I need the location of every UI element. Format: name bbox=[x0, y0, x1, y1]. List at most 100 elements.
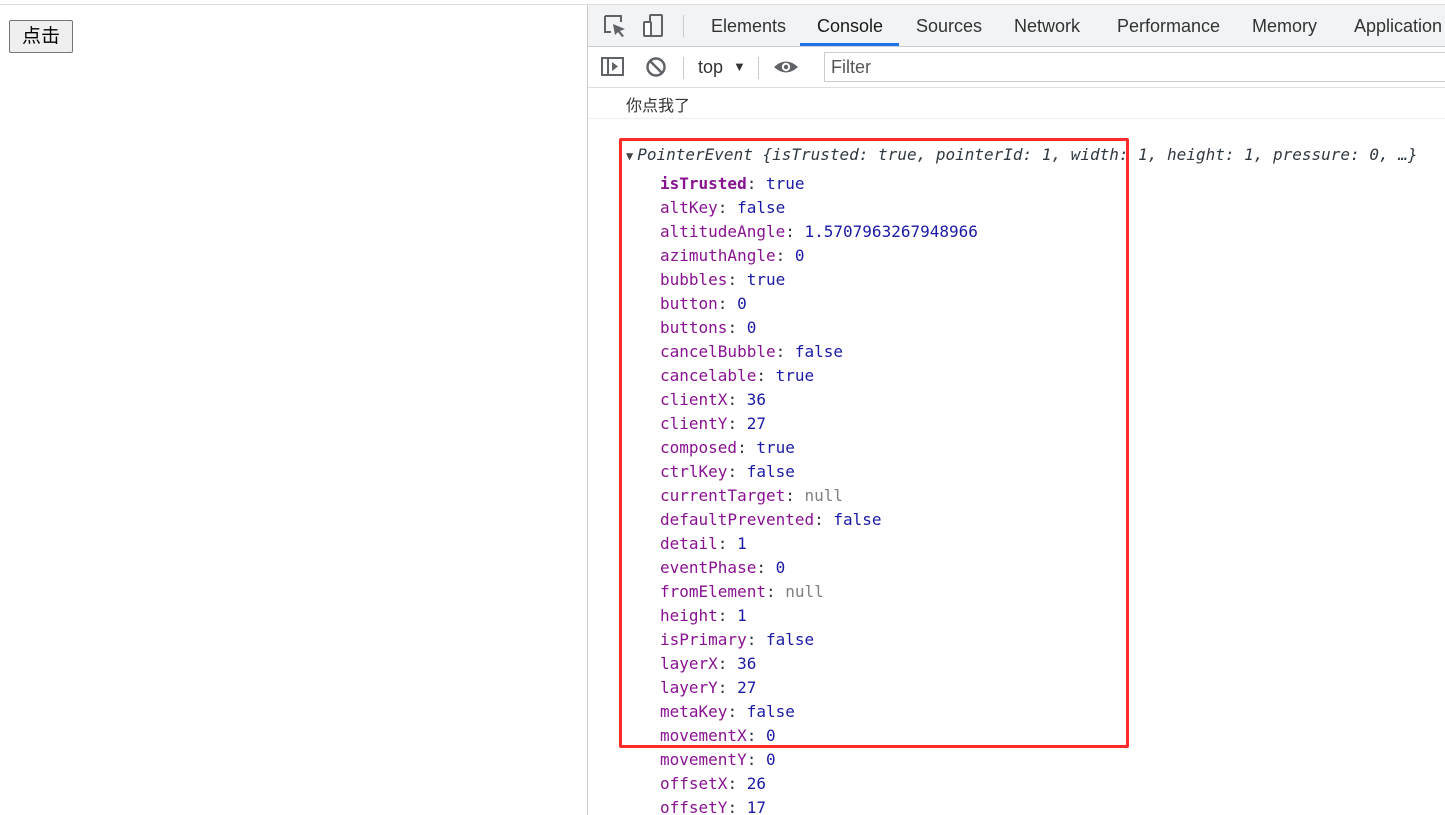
property-row[interactable]: movementX: 0 bbox=[660, 724, 978, 748]
toolbar-separator bbox=[683, 57, 684, 79]
property-value: 0 bbox=[746, 318, 757, 337]
property-row[interactable]: eventPhase: 0 bbox=[660, 556, 978, 580]
property-name: isPrimary bbox=[660, 630, 747, 649]
property-row[interactable]: ctrlKey: false bbox=[660, 460, 978, 484]
tab-network[interactable]: Network bbox=[1014, 5, 1080, 46]
property-separator: : bbox=[727, 702, 747, 721]
device-toolbar-icon[interactable] bbox=[641, 13, 667, 39]
property-value: 0 bbox=[775, 558, 786, 577]
property-value: false bbox=[794, 342, 844, 361]
property-name: layerY bbox=[660, 678, 718, 697]
property-row[interactable]: altitudeAngle: 1.5707963267948966 bbox=[660, 220, 978, 244]
property-row[interactable]: layerX: 36 bbox=[660, 652, 978, 676]
property-separator: : bbox=[717, 534, 738, 553]
property-row[interactable]: offsetX: 26 bbox=[660, 772, 978, 796]
property-value: true bbox=[775, 366, 815, 385]
property-name: movementY bbox=[660, 750, 747, 769]
property-list: isTrusted: true altKey: false altitudeAngl… bbox=[660, 172, 978, 815]
property-name: defaultPrevented bbox=[660, 510, 815, 529]
active-tab-indicator bbox=[800, 43, 899, 46]
property-value: false bbox=[746, 702, 795, 721]
property-row[interactable]: button: 0 bbox=[660, 292, 978, 316]
property-row[interactable]: clientX: 36 bbox=[660, 388, 978, 412]
property-name: cancelable bbox=[660, 366, 757, 385]
show-sidebar-icon[interactable] bbox=[600, 55, 626, 79]
property-name: detail bbox=[660, 534, 718, 553]
property-value: false bbox=[737, 198, 786, 217]
property-separator: : bbox=[775, 246, 795, 265]
click-button[interactable]: 点击 bbox=[9, 20, 73, 53]
property-value: 27 bbox=[746, 414, 766, 433]
property-value: true bbox=[756, 438, 795, 457]
tab-bar-separator bbox=[683, 15, 684, 37]
property-separator: : bbox=[717, 678, 738, 697]
property-row[interactable]: isTrusted: true bbox=[660, 172, 978, 196]
context-dropdown-arrow[interactable]: ▼ bbox=[733, 55, 746, 79]
tab-console[interactable]: Console bbox=[817, 5, 883, 46]
property-value: false bbox=[746, 462, 795, 481]
tab-memory[interactable]: Memory bbox=[1252, 5, 1317, 46]
property-row[interactable]: fromElement: null bbox=[660, 580, 978, 604]
property-separator: : bbox=[746, 726, 766, 745]
property-row[interactable]: detail: 1 bbox=[660, 532, 978, 556]
property-name: button bbox=[660, 294, 718, 313]
property-row[interactable]: cancelBubble: false bbox=[660, 340, 978, 364]
property-row[interactable]: azimuthAngle: 0 bbox=[660, 244, 978, 268]
property-separator: : bbox=[717, 606, 738, 625]
tab-performance[interactable]: Performance bbox=[1117, 5, 1220, 46]
property-separator: : bbox=[727, 798, 747, 815]
property-separator: : bbox=[727, 318, 747, 337]
property-row[interactable]: defaultPrevented: false bbox=[660, 508, 978, 532]
property-separator: : bbox=[756, 366, 776, 385]
property-value: 1.5707963267948966 bbox=[804, 222, 978, 241]
property-row[interactable]: clientY: 27 bbox=[660, 412, 978, 436]
property-row[interactable]: cancelable: true bbox=[660, 364, 978, 388]
property-name: fromElement bbox=[660, 582, 766, 601]
property-row[interactable]: currentTarget: null bbox=[660, 484, 978, 508]
live-expression-eye-icon[interactable] bbox=[773, 55, 799, 79]
property-value: null bbox=[804, 486, 844, 505]
property-separator: : bbox=[727, 270, 747, 289]
property-value: 17 bbox=[746, 798, 766, 815]
property-separator: : bbox=[785, 222, 805, 241]
property-row[interactable]: bubbles: true bbox=[660, 268, 978, 292]
property-separator: : bbox=[746, 630, 766, 649]
property-separator: : bbox=[727, 414, 747, 433]
inspected-page: 点击 bbox=[0, 5, 587, 815]
property-name: altKey bbox=[660, 198, 718, 217]
clear-console-icon[interactable] bbox=[644, 55, 670, 79]
object-header[interactable]: ▼ PointerEvent {isTrusted: true, pointerI… bbox=[626, 145, 1418, 164]
inspect-element-icon[interactable] bbox=[602, 13, 628, 39]
tab-application[interactable]: Application bbox=[1354, 5, 1442, 46]
devtools-panel: Elements Console Sources Network Perform… bbox=[587, 5, 1445, 815]
property-name: isTrusted bbox=[660, 174, 747, 193]
property-separator: : bbox=[727, 390, 747, 409]
property-name: composed bbox=[660, 438, 738, 457]
property-name: ctrlKey bbox=[660, 462, 728, 481]
property-row[interactable]: buttons: 0 bbox=[660, 316, 978, 340]
property-value: 0 bbox=[765, 726, 776, 745]
property-name: cancelBubble bbox=[660, 342, 776, 361]
property-value: 26 bbox=[746, 774, 766, 793]
tab-elements[interactable]: Elements bbox=[711, 5, 786, 46]
property-value: null bbox=[785, 582, 824, 601]
property-separator: : bbox=[814, 510, 834, 529]
filter-input[interactable] bbox=[824, 52, 1445, 82]
context-selector[interactable]: top bbox=[698, 55, 723, 79]
property-row[interactable]: movementY: 0 bbox=[660, 748, 978, 772]
property-value: 1 bbox=[737, 534, 747, 553]
property-value: true bbox=[765, 174, 805, 193]
tab-sources[interactable]: Sources bbox=[916, 5, 982, 46]
property-row[interactable]: offsetY: 17 bbox=[660, 796, 978, 815]
property-row[interactable]: composed: true bbox=[660, 436, 978, 460]
log-message: 你点我了 bbox=[626, 96, 691, 115]
property-row[interactable]: layerY: 27 bbox=[660, 676, 978, 700]
property-name: offsetY bbox=[660, 798, 728, 815]
property-row[interactable]: metaKey: false bbox=[660, 700, 978, 724]
property-separator: : bbox=[717, 294, 738, 313]
console-toolbar: top ▼ bbox=[588, 47, 1445, 88]
property-row[interactable]: height: 1 bbox=[660, 604, 978, 628]
expand-triangle-icon[interactable]: ▼ bbox=[626, 149, 633, 163]
property-row[interactable]: altKey: false bbox=[660, 196, 978, 220]
property-row[interactable]: isPrimary: false bbox=[660, 628, 978, 652]
